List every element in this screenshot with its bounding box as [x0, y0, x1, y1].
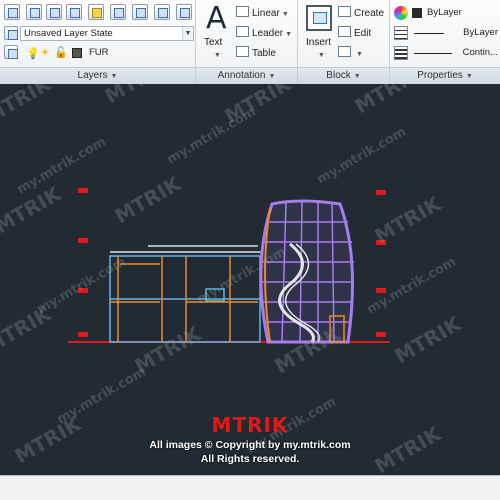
annotation-title-label: Annotation	[217, 70, 266, 81]
linear-label: Linear	[252, 8, 280, 19]
layer-match-icon[interactable]	[110, 4, 126, 20]
edit-block-icon	[338, 26, 351, 37]
color-dropdown[interactable]: ByLayer	[424, 6, 500, 21]
svg-text:MTRIK: MTRIK	[111, 171, 187, 228]
layer-state-value: Unsaved Layer State	[24, 28, 113, 39]
leader-icon	[236, 26, 249, 37]
chevron-down-icon: ▼	[268, 73, 276, 80]
table-label: Table	[252, 48, 276, 59]
svg-text:MTRIK: MTRIK	[101, 84, 177, 108]
layer-unisolate-icon[interactable]	[66, 4, 82, 20]
linetype-value: ByLayer	[463, 27, 498, 38]
svg-text:MTRIK: MTRIK	[0, 84, 56, 128]
layer-previous-icon[interactable]	[132, 4, 148, 20]
chevron-down-icon: ▼	[182, 27, 193, 40]
chevron-down-icon: ▼	[356, 51, 363, 58]
current-layer-dropdown[interactable]: FUR	[86, 46, 194, 61]
leader-label: Leader	[252, 28, 284, 39]
chevron-down-icon: ▼	[465, 73, 473, 80]
layer-tool-2-icon[interactable]	[4, 45, 18, 59]
lock-icon[interactable]: 🔓	[54, 46, 68, 59]
dome-tower-elevation	[259, 199, 354, 344]
layer-state-dropdown[interactable]: Unsaved Layer State ▼	[20, 26, 194, 41]
layer-properties-icon[interactable]	[4, 4, 20, 20]
copyright-text: All images © Copyright by my.mtrik.com	[149, 439, 351, 451]
table-button[interactable]: Table	[236, 46, 276, 61]
table-icon	[236, 46, 249, 57]
rights-text: All Rights reserved.	[200, 453, 300, 465]
annotation-panel-title[interactable]: Annotation ▼	[196, 67, 297, 84]
properties-panel-title[interactable]: Properties ▼	[390, 67, 500, 84]
layers-title-label: Layers	[77, 70, 108, 81]
level-markers-right	[376, 190, 386, 337]
bulb-icon[interactable]: 💡	[26, 47, 40, 60]
layers-panel-title[interactable]: Layers ▼	[0, 67, 195, 84]
create-label: Create	[354, 8, 385, 19]
annotation-panel: A Text ▼ Linear ▼ Leader ▼ Table Annotatio…	[196, 0, 298, 84]
block-panel-title[interactable]: Block ▼	[298, 67, 389, 84]
color-wheel-icon[interactable]	[394, 6, 408, 20]
chevron-down-icon[interactable]: ▼	[214, 52, 221, 59]
svg-text:my.mtrik.com: my.mtrik.com	[365, 254, 459, 317]
layer-walk-icon[interactable]	[176, 4, 192, 20]
layers-panel: Unsaved Layer State ▼ 💡 ☀ 🔓 FUR Layers ▼	[0, 0, 196, 84]
layer-isolate-icon[interactable]	[46, 4, 62, 20]
layer-off-icon[interactable]	[26, 4, 42, 20]
svg-text:my.mtrik.com: my.mtrik.com	[15, 134, 109, 197]
linear-dimension-icon	[236, 6, 249, 17]
create-block-icon	[338, 6, 351, 17]
lineweight-value: Contin...	[462, 47, 498, 58]
lineweight-preview-line	[414, 53, 452, 54]
ribbon: Unsaved Layer State ▼ 💡 ☀ 🔓 FUR Layers ▼ …	[0, 0, 500, 84]
chevron-down-icon: ▼	[281, 11, 289, 18]
create-block-button[interactable]: Create	[338, 6, 384, 21]
text-button-label[interactable]: Text	[204, 37, 222, 48]
level-markers-left	[78, 188, 88, 337]
linetype-icon[interactable]	[394, 26, 408, 40]
chevron-down-icon: ▼	[285, 31, 293, 38]
byblock-swatch	[412, 8, 422, 18]
color-value: ByLayer	[427, 7, 462, 18]
text-icon[interactable]: A	[206, 2, 227, 36]
svg-text:MTRIK: MTRIK	[371, 191, 447, 248]
chevron-down-icon[interactable]: ▼	[318, 52, 325, 59]
layer-tool-icon[interactable]	[4, 26, 18, 40]
lineweight-icon[interactable]	[394, 46, 408, 60]
command-line-area[interactable]	[0, 475, 500, 500]
copyright-credit: MTRIK All images © Copyright by my.mtrik…	[0, 413, 500, 465]
insert-block-inner-icon	[313, 12, 327, 24]
svg-text:my.mtrik.com: my.mtrik.com	[315, 124, 409, 187]
edit-label: Edit	[354, 28, 372, 39]
leader-button[interactable]: Leader ▼	[236, 26, 292, 42]
layer-freeze-icon[interactable]	[88, 4, 104, 20]
svg-text:my.mtrik.com: my.mtrik.com	[165, 104, 259, 167]
block-attributes-button[interactable]: ▼	[338, 46, 363, 62]
svg-text:my.mtrik.com: my.mtrik.com	[35, 254, 129, 317]
lineweight-dropdown[interactable]: Contin...	[452, 46, 500, 61]
mtrik-logo: MTRIK	[211, 413, 289, 437]
properties-panel: ByLayer ByLayer Contin... Properties ▼	[390, 0, 500, 84]
linetype-dropdown[interactable]: ByLayer	[448, 26, 500, 41]
insert-button-label[interactable]: Insert	[306, 37, 331, 48]
sun-icon[interactable]: ☀	[40, 46, 50, 59]
block-title-label: Block	[326, 70, 351, 81]
edit-block-button[interactable]: Edit	[338, 26, 371, 41]
block-panel: Insert ▼ Create Edit ▼ Block ▼	[298, 0, 390, 84]
chevron-down-icon: ▼	[110, 73, 118, 80]
svg-text:MTRIK: MTRIK	[351, 84, 427, 118]
linetype-preview-line	[414, 33, 444, 34]
svg-text:MTRIK: MTRIK	[391, 311, 467, 368]
layer-color-swatch	[72, 48, 82, 58]
chevron-down-icon: ▼	[353, 73, 361, 80]
current-layer-value: FUR	[89, 47, 109, 58]
properties-title-label: Properties	[417, 70, 463, 81]
block-attributes-icon	[338, 46, 351, 57]
layer-lock-icon[interactable]	[154, 4, 170, 20]
linear-dimension-button[interactable]: Linear ▼	[236, 6, 289, 22]
